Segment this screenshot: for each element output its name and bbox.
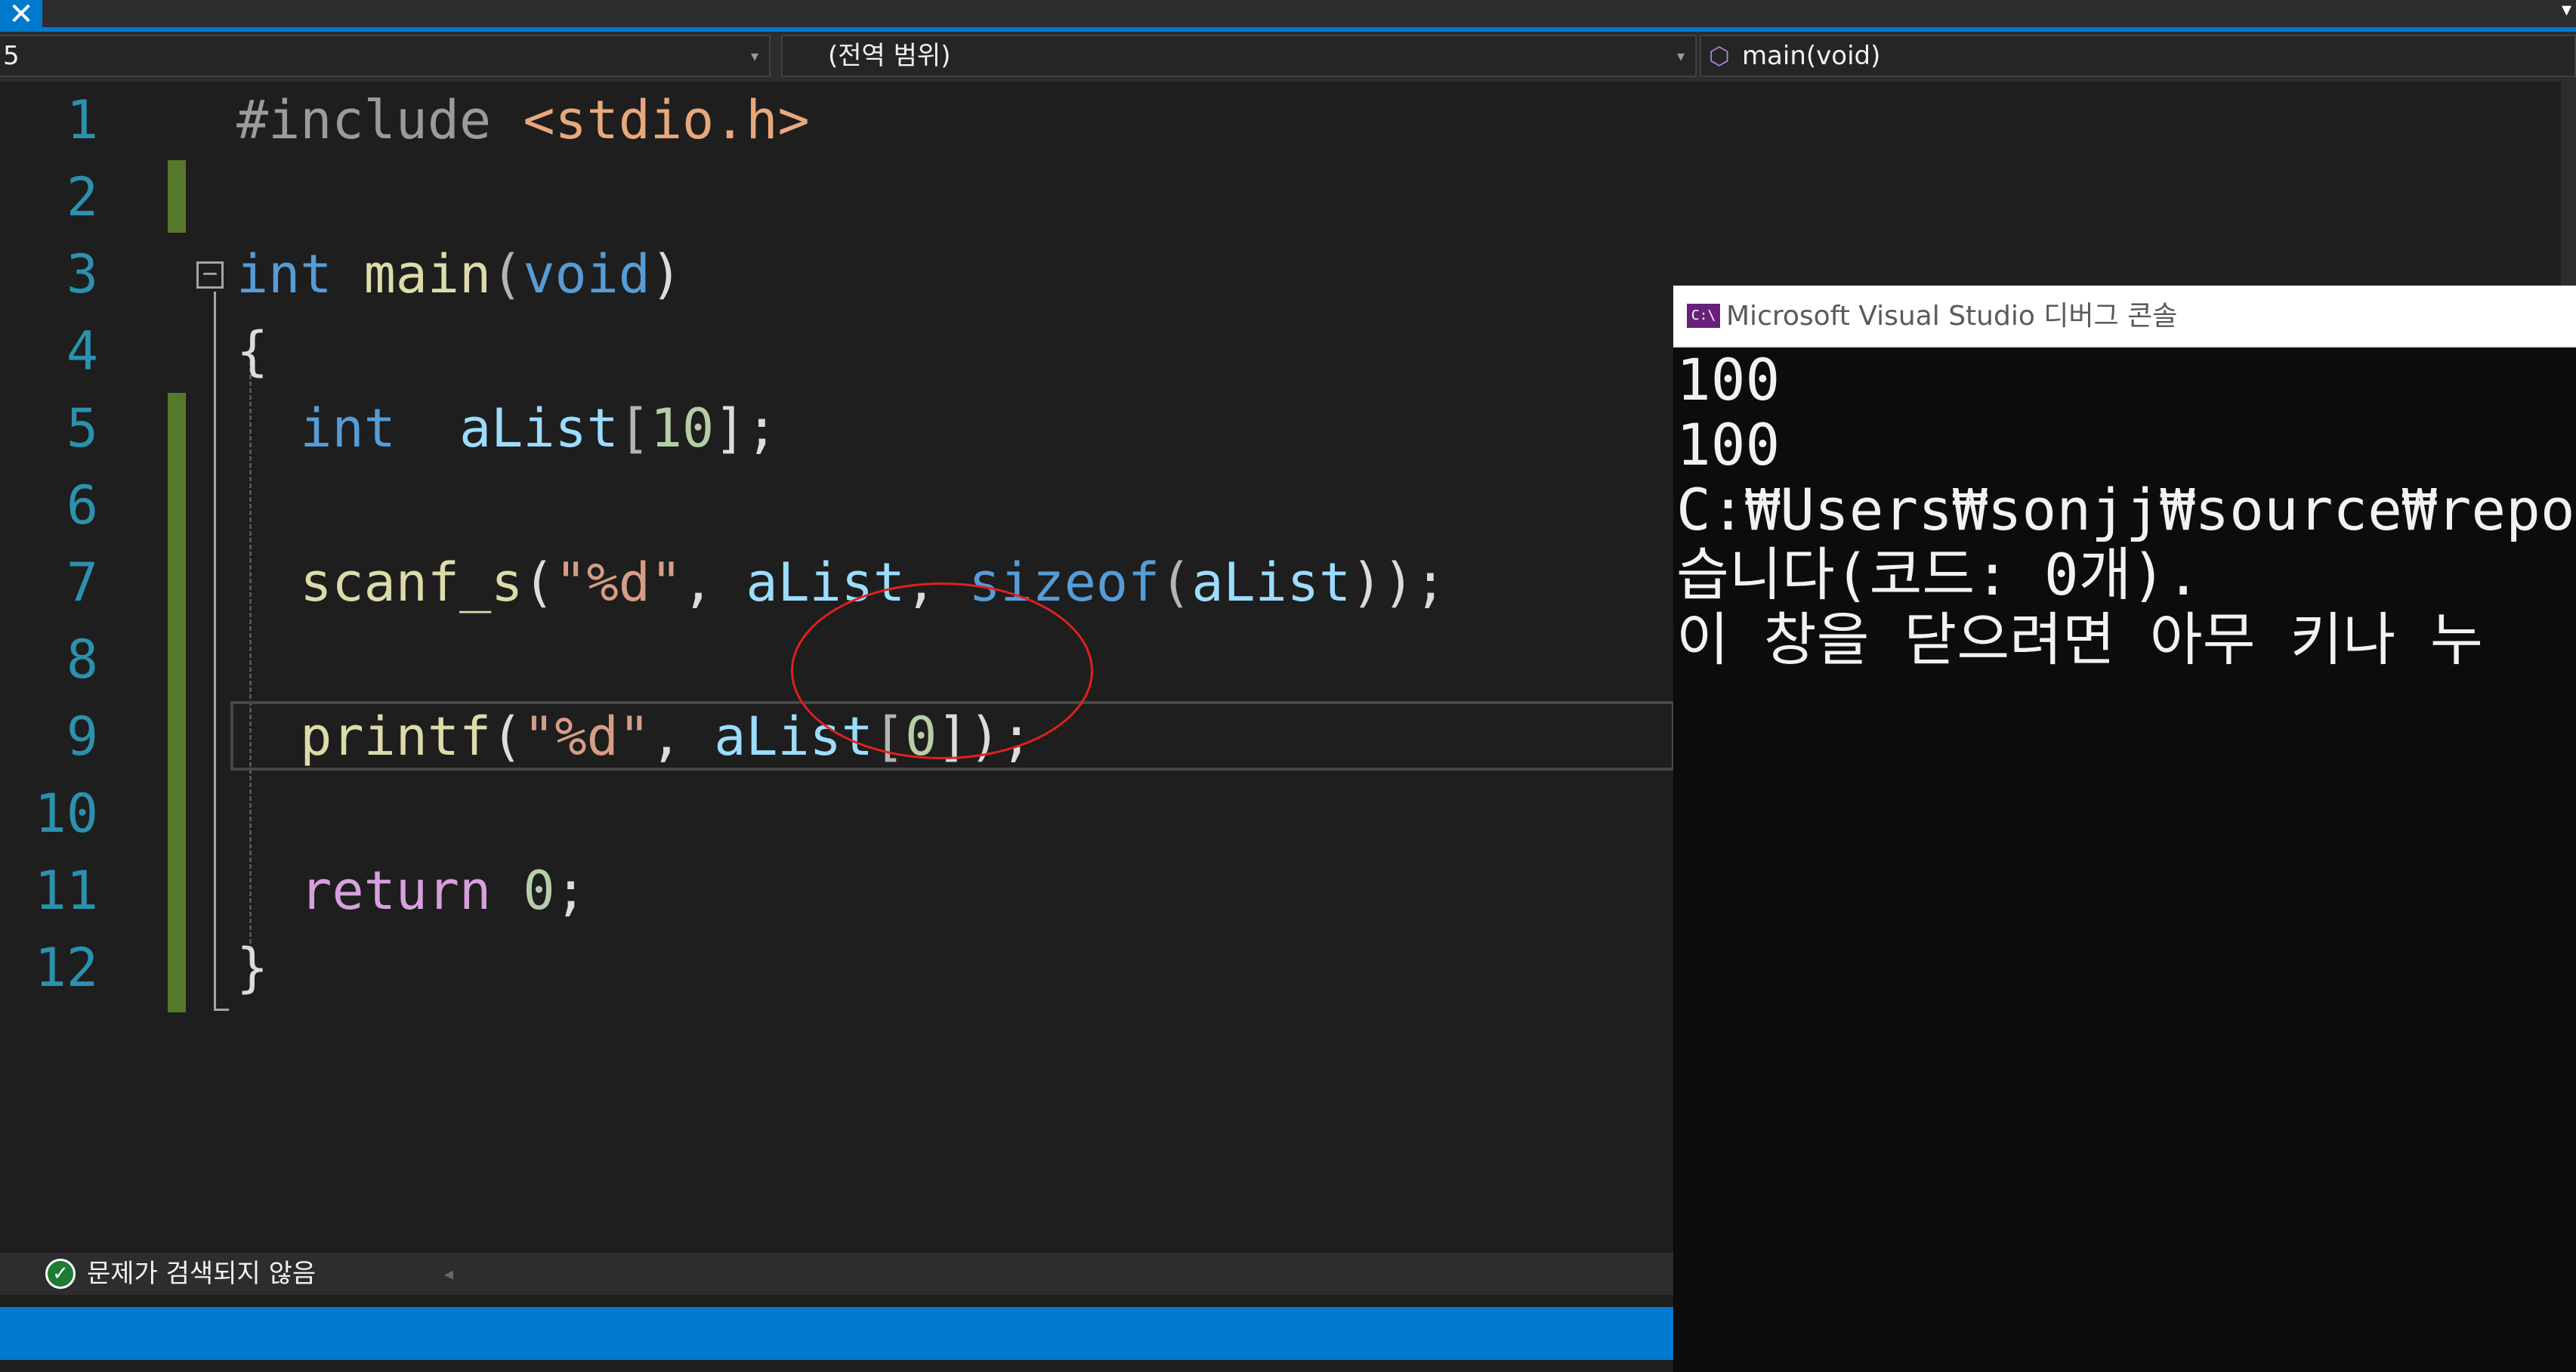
issues-status-text[interactable]: 문제가 검색되지 않음 (87, 1253, 316, 1295)
console-line: 100 (1676, 346, 1781, 413)
bracket-close: ]; (714, 397, 778, 459)
change-marker (168, 393, 186, 1012)
string-literal: "%d" (523, 706, 650, 768)
project-dropdown-label: 5 (3, 41, 20, 71)
code-editor[interactable]: 1 2 3 4 5 6 7 8 9 10 11 12 − #include <s… (0, 82, 1675, 1253)
bracket: [ (618, 397, 650, 459)
number-literal: 10 (650, 397, 715, 459)
visual-studio-window: ✕ ▾ 5 ▾ (전역 범위) ▾ ⬡ main(void) 1 2 3 4 5 … (0, 0, 2576, 1372)
paren: ( (491, 243, 524, 305)
include-header: <stdio.h> (523, 89, 810, 151)
cube-icon: ⬡ (1709, 42, 1730, 70)
console-app-icon: C:\ (1687, 304, 1720, 328)
number-literal: 0 (523, 860, 555, 922)
chevron-down-icon: ▾ (750, 47, 758, 65)
tab-overflow-icon[interactable]: ▾ (2562, 0, 2571, 20)
collapse-region-icon[interactable]: − (196, 261, 224, 289)
console-line: 이 창을 닫으려면 아무 키나 누 (1676, 606, 2483, 673)
line-number: 6 (66, 474, 98, 536)
paren: ) (650, 243, 683, 305)
function-call: printf (300, 706, 492, 768)
paren: ( (491, 706, 524, 768)
line-number: 1 (66, 89, 98, 151)
change-marker (168, 160, 186, 233)
code-line-12: } (236, 929, 268, 1006)
vertical-scrollbar[interactable] (2561, 82, 2576, 286)
code-line-5: int aList[10]; (236, 390, 778, 467)
outline-region-line (214, 292, 216, 1011)
line-number: 5 (66, 397, 98, 459)
code-line-1: #include <stdio.h> (236, 82, 810, 159)
line-number: 4 (66, 320, 98, 382)
console-title: Microsoft Visual Studio 디버그 콘솔 (1726, 301, 2178, 332)
line-number: 10 (34, 783, 98, 845)
scope-dropdown[interactable]: (전역 범위) ▾ (781, 35, 1697, 77)
preprocessor-directive: #include (236, 89, 492, 151)
console-line: 습니다(코드: 0개). (1676, 541, 2201, 608)
chevron-down-icon: ▾ (1676, 47, 1685, 65)
project-dropdown[interactable]: 5 ▾ (0, 35, 771, 77)
separator: , (682, 552, 746, 613)
semicolon: ; (554, 860, 587, 922)
debug-console-window[interactable]: C:\ Microsoft Visual Studio 디버그 콘솔 100 1… (1673, 286, 2576, 1372)
type-keyword: int (236, 243, 332, 305)
scope-dropdown-label: (전역 범위) (828, 41, 951, 71)
function-name: main (363, 243, 492, 305)
console-title-bar[interactable]: C:\ Microsoft Visual Studio 디버그 콘솔 (1673, 286, 2576, 348)
navigation-bar: 5 ▾ (전역 범위) ▾ ⬡ main(void) (0, 32, 2576, 82)
line-number: 12 (34, 937, 98, 999)
code-line-4: { (236, 313, 268, 390)
outline-region-end (214, 1009, 229, 1011)
line-number: 7 (66, 552, 98, 613)
annotation-circle (791, 582, 1093, 759)
param-keyword: void (523, 243, 650, 305)
member-dropdown[interactable]: ⬡ main(void) (1700, 35, 2576, 77)
document-tab-strip: ✕ ▾ (0, 0, 2576, 32)
return-keyword: return (300, 860, 492, 922)
status-bar (0, 1307, 1673, 1360)
console-line: 100 (1676, 411, 1781, 478)
paren-close: )); (1351, 552, 1447, 613)
paren: ( (1160, 552, 1192, 613)
line-number: 8 (66, 629, 98, 691)
type-keyword: int (300, 397, 396, 459)
brace-open: { (236, 320, 269, 382)
code-line-11: return 0; (236, 852, 587, 929)
separator: , (650, 706, 715, 768)
paren: ( (523, 552, 555, 613)
console-line: C:₩Users₩sonjj₩source₩repos₩P (1676, 476, 2576, 543)
check-circle-icon: ✓ (45, 1259, 76, 1289)
member-dropdown-label: main(void) (1741, 41, 1881, 71)
line-number: 9 (66, 706, 98, 768)
close-tab-icon[interactable]: ✕ (0, 0, 42, 30)
string-literal: "%d" (554, 552, 683, 613)
issues-strip: ✓ 문제가 검색되지 않음 ◂ (0, 1253, 1673, 1295)
line-number: 11 (34, 860, 98, 922)
brace-close: } (236, 937, 269, 999)
scroll-left-icon[interactable]: ◂ (444, 1253, 453, 1295)
line-number: 3 (66, 243, 98, 305)
variable-name: aList (1191, 552, 1351, 613)
line-number: 2 (66, 166, 98, 228)
variable-name: aList (459, 397, 619, 459)
function-call: scanf_s (300, 552, 524, 613)
code-line-3: int main(void) (236, 236, 682, 313)
